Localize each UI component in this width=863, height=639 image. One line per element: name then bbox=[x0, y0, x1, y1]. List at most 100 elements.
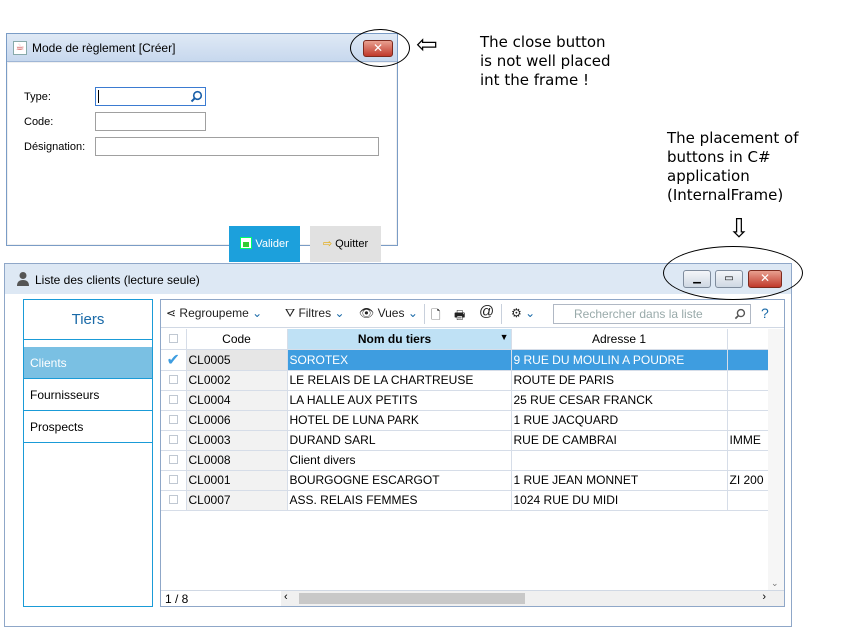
left-arrow-icon: ⇦ bbox=[416, 29, 438, 59]
note-line: is not well placed bbox=[480, 52, 611, 70]
close-button-highlight-ellipse bbox=[350, 29, 410, 67]
row-checkbox[interactable]: ✔ bbox=[161, 349, 187, 371]
scroll-right-icon[interactable]: › bbox=[762, 591, 766, 603]
exit-arrow-icon: ⇨ bbox=[322, 238, 333, 250]
checkbox-icon bbox=[168, 375, 178, 384]
print-preview-icon[interactable]: 🗋 bbox=[431, 306, 441, 327]
table-row[interactable]: CL0002 LE RELAIS DE LA CHARTREUSE ROUTE DE… bbox=[161, 370, 771, 391]
settings-button[interactable]: ⚙ ⌄ bbox=[511, 306, 535, 320]
note-line: (InternalFrame) bbox=[667, 186, 784, 204]
dialog-titlebar[interactable]: ☕ Mode de règlement [Créer] ✕ bbox=[7, 34, 397, 62]
code-field[interactable] bbox=[95, 112, 206, 131]
toolbar-separator bbox=[424, 304, 425, 324]
checkbox-icon bbox=[168, 475, 178, 484]
column-header-extra[interactable] bbox=[727, 329, 771, 350]
cell-code: CL0005 bbox=[186, 349, 288, 371]
print-icon[interactable]: 🖶 bbox=[454, 306, 465, 327]
record-count: 1 / 8 bbox=[165, 592, 189, 606]
cell-extra bbox=[727, 410, 771, 431]
help-icon[interactable]: ? bbox=[761, 305, 769, 321]
table-row[interactable]: CL0001 BOURGOGNE ESCARGOT 1 RUE JEAN MONNE… bbox=[161, 470, 771, 491]
cell-extra bbox=[727, 490, 771, 511]
row-checkbox[interactable] bbox=[161, 450, 187, 471]
cell-nom: SOROTEX bbox=[287, 349, 512, 371]
quitter-button[interactable]: ⇨ Quitter bbox=[310, 226, 381, 262]
valider-button[interactable]: Valider bbox=[229, 226, 300, 262]
group-by-label: Regroupeme bbox=[179, 306, 249, 320]
row-checkbox[interactable] bbox=[161, 490, 187, 511]
cell-code: CL0001 bbox=[186, 470, 288, 491]
cell-nom: Client divers bbox=[287, 450, 512, 471]
note-line: int the frame ! bbox=[480, 71, 589, 89]
valider-label: Valider bbox=[255, 238, 289, 250]
views-button[interactable]: 👁 Vues ⌄ bbox=[359, 306, 418, 320]
cell-adresse: 1024 RUE DU MIDI bbox=[511, 490, 728, 511]
designation-field[interactable] bbox=[95, 137, 379, 156]
window-content: Tiers Clients Fournisseurs Prospects ⋖ R… bbox=[5, 294, 791, 626]
chevron-down-icon: ⌄ bbox=[407, 306, 418, 320]
note-line: buttons in C# bbox=[667, 148, 771, 166]
sidebar-item-prospects[interactable]: Prospects bbox=[24, 411, 152, 443]
cell-adresse bbox=[511, 450, 728, 471]
cell-adresse: 1 RUE JEAN MONNET bbox=[511, 470, 728, 491]
search-icon[interactable] bbox=[190, 90, 203, 103]
scroll-thumb[interactable] bbox=[299, 593, 525, 604]
views-label: Vues bbox=[377, 306, 405, 320]
table-row[interactable]: CL0003 DURAND SARL RUE DE CAMBRAI IMME bbox=[161, 430, 771, 451]
user-icon bbox=[17, 272, 29, 286]
sidebar-item-clients[interactable]: Clients bbox=[24, 347, 152, 379]
scroll-down-icon[interactable]: ⌄ bbox=[771, 578, 779, 589]
search-input[interactable]: Rechercher dans la liste bbox=[553, 304, 751, 324]
cell-code: CL0004 bbox=[186, 390, 288, 411]
cell-nom: LE RELAIS DE LA CHARTREUSE bbox=[287, 370, 512, 391]
annotation-note-csharp: The placement of buttons in C# applicati… bbox=[667, 129, 798, 205]
cell-extra bbox=[727, 390, 771, 411]
column-header-nom[interactable]: Nom du tiers ▼ bbox=[287, 329, 512, 350]
annotation-note-close-button: The close button is not well placed int … bbox=[480, 33, 611, 90]
table-row[interactable]: CL0004 LA HALLE AUX PETITS 25 RUE CESAR FR… bbox=[161, 390, 771, 411]
filter-button[interactable]: ⛛ Filtres ⌄ bbox=[285, 306, 345, 321]
column-header-nom-label: Nom du tiers bbox=[357, 331, 432, 346]
client-grid-panel: ⋖ Regroupeme ⌄ ⛛ Filtres ⌄ 👁 Vues ⌄ 🗋 🖶 bbox=[160, 299, 785, 607]
cell-extra bbox=[727, 370, 771, 391]
cell-adresse: 1 RUE JACQUARD bbox=[511, 410, 728, 431]
cell-nom: HOTEL DE LUNA PARK bbox=[287, 410, 512, 431]
filter-label: Filtres bbox=[298, 306, 332, 320]
row-checkbox[interactable] bbox=[161, 370, 187, 391]
row-checkbox[interactable] bbox=[161, 430, 187, 451]
row-checkbox[interactable] bbox=[161, 390, 187, 411]
table-row[interactable]: CL0007 ASS. RELAIS FEMMES 1024 RUE DU MIDI bbox=[161, 490, 771, 511]
checkbox-icon bbox=[168, 495, 178, 504]
cell-adresse: 9 RUE DU MOULIN A POUDRE bbox=[511, 349, 728, 371]
type-field[interactable] bbox=[95, 87, 206, 106]
vertical-scrollbar[interactable]: ⌄ bbox=[768, 329, 784, 591]
dialog-title: Mode de règlement [Créer] bbox=[32, 41, 176, 55]
payment-mode-dialog: ☕ Mode de règlement [Créer] ✕ Type: Code… bbox=[6, 33, 398, 262]
email-icon[interactable]: @ bbox=[479, 303, 494, 320]
sidebar-title: Tiers bbox=[24, 300, 152, 340]
select-all-checkbox[interactable] bbox=[161, 329, 187, 350]
column-header-code[interactable]: Code bbox=[186, 329, 288, 350]
table-row[interactable]: CL0006 HOTEL DE LUNA PARK 1 RUE JACQUARD bbox=[161, 410, 771, 431]
check-icon: ✔ bbox=[166, 351, 180, 369]
table-row[interactable]: CL0008 Client divers bbox=[161, 450, 771, 471]
tiers-sidebar: Tiers Clients Fournisseurs Prospects bbox=[23, 299, 153, 607]
down-arrow-icon: ⇩ bbox=[728, 213, 750, 243]
cell-nom: DURAND SARL bbox=[287, 430, 512, 451]
grid-footer: 1 / 8 ‹ › bbox=[161, 590, 784, 606]
sidebar-item-fournisseurs[interactable]: Fournisseurs bbox=[24, 379, 152, 411]
cell-code: CL0006 bbox=[186, 410, 288, 431]
window-buttons-highlight-ellipse bbox=[663, 246, 803, 300]
row-checkbox[interactable] bbox=[161, 410, 187, 431]
group-by-button[interactable]: ⋖ Regroupeme ⌄ bbox=[166, 306, 262, 320]
scroll-left-icon[interactable]: ‹ bbox=[284, 591, 288, 603]
row-checkbox[interactable] bbox=[161, 470, 187, 491]
horizontal-scrollbar[interactable]: ‹ › bbox=[281, 591, 784, 606]
cell-code: CL0003 bbox=[186, 430, 288, 451]
chevron-down-icon: ⌄ bbox=[334, 306, 345, 320]
table-row[interactable]: ✔ CL0005 SOROTEX 9 RUE DU MOULIN A POUDRE bbox=[161, 349, 771, 371]
note-line: The close button bbox=[480, 33, 606, 51]
chevron-down-icon: ⌄ bbox=[525, 306, 536, 320]
code-label: Code: bbox=[24, 116, 54, 128]
column-header-adresse[interactable]: Adresse 1 bbox=[511, 329, 728, 350]
